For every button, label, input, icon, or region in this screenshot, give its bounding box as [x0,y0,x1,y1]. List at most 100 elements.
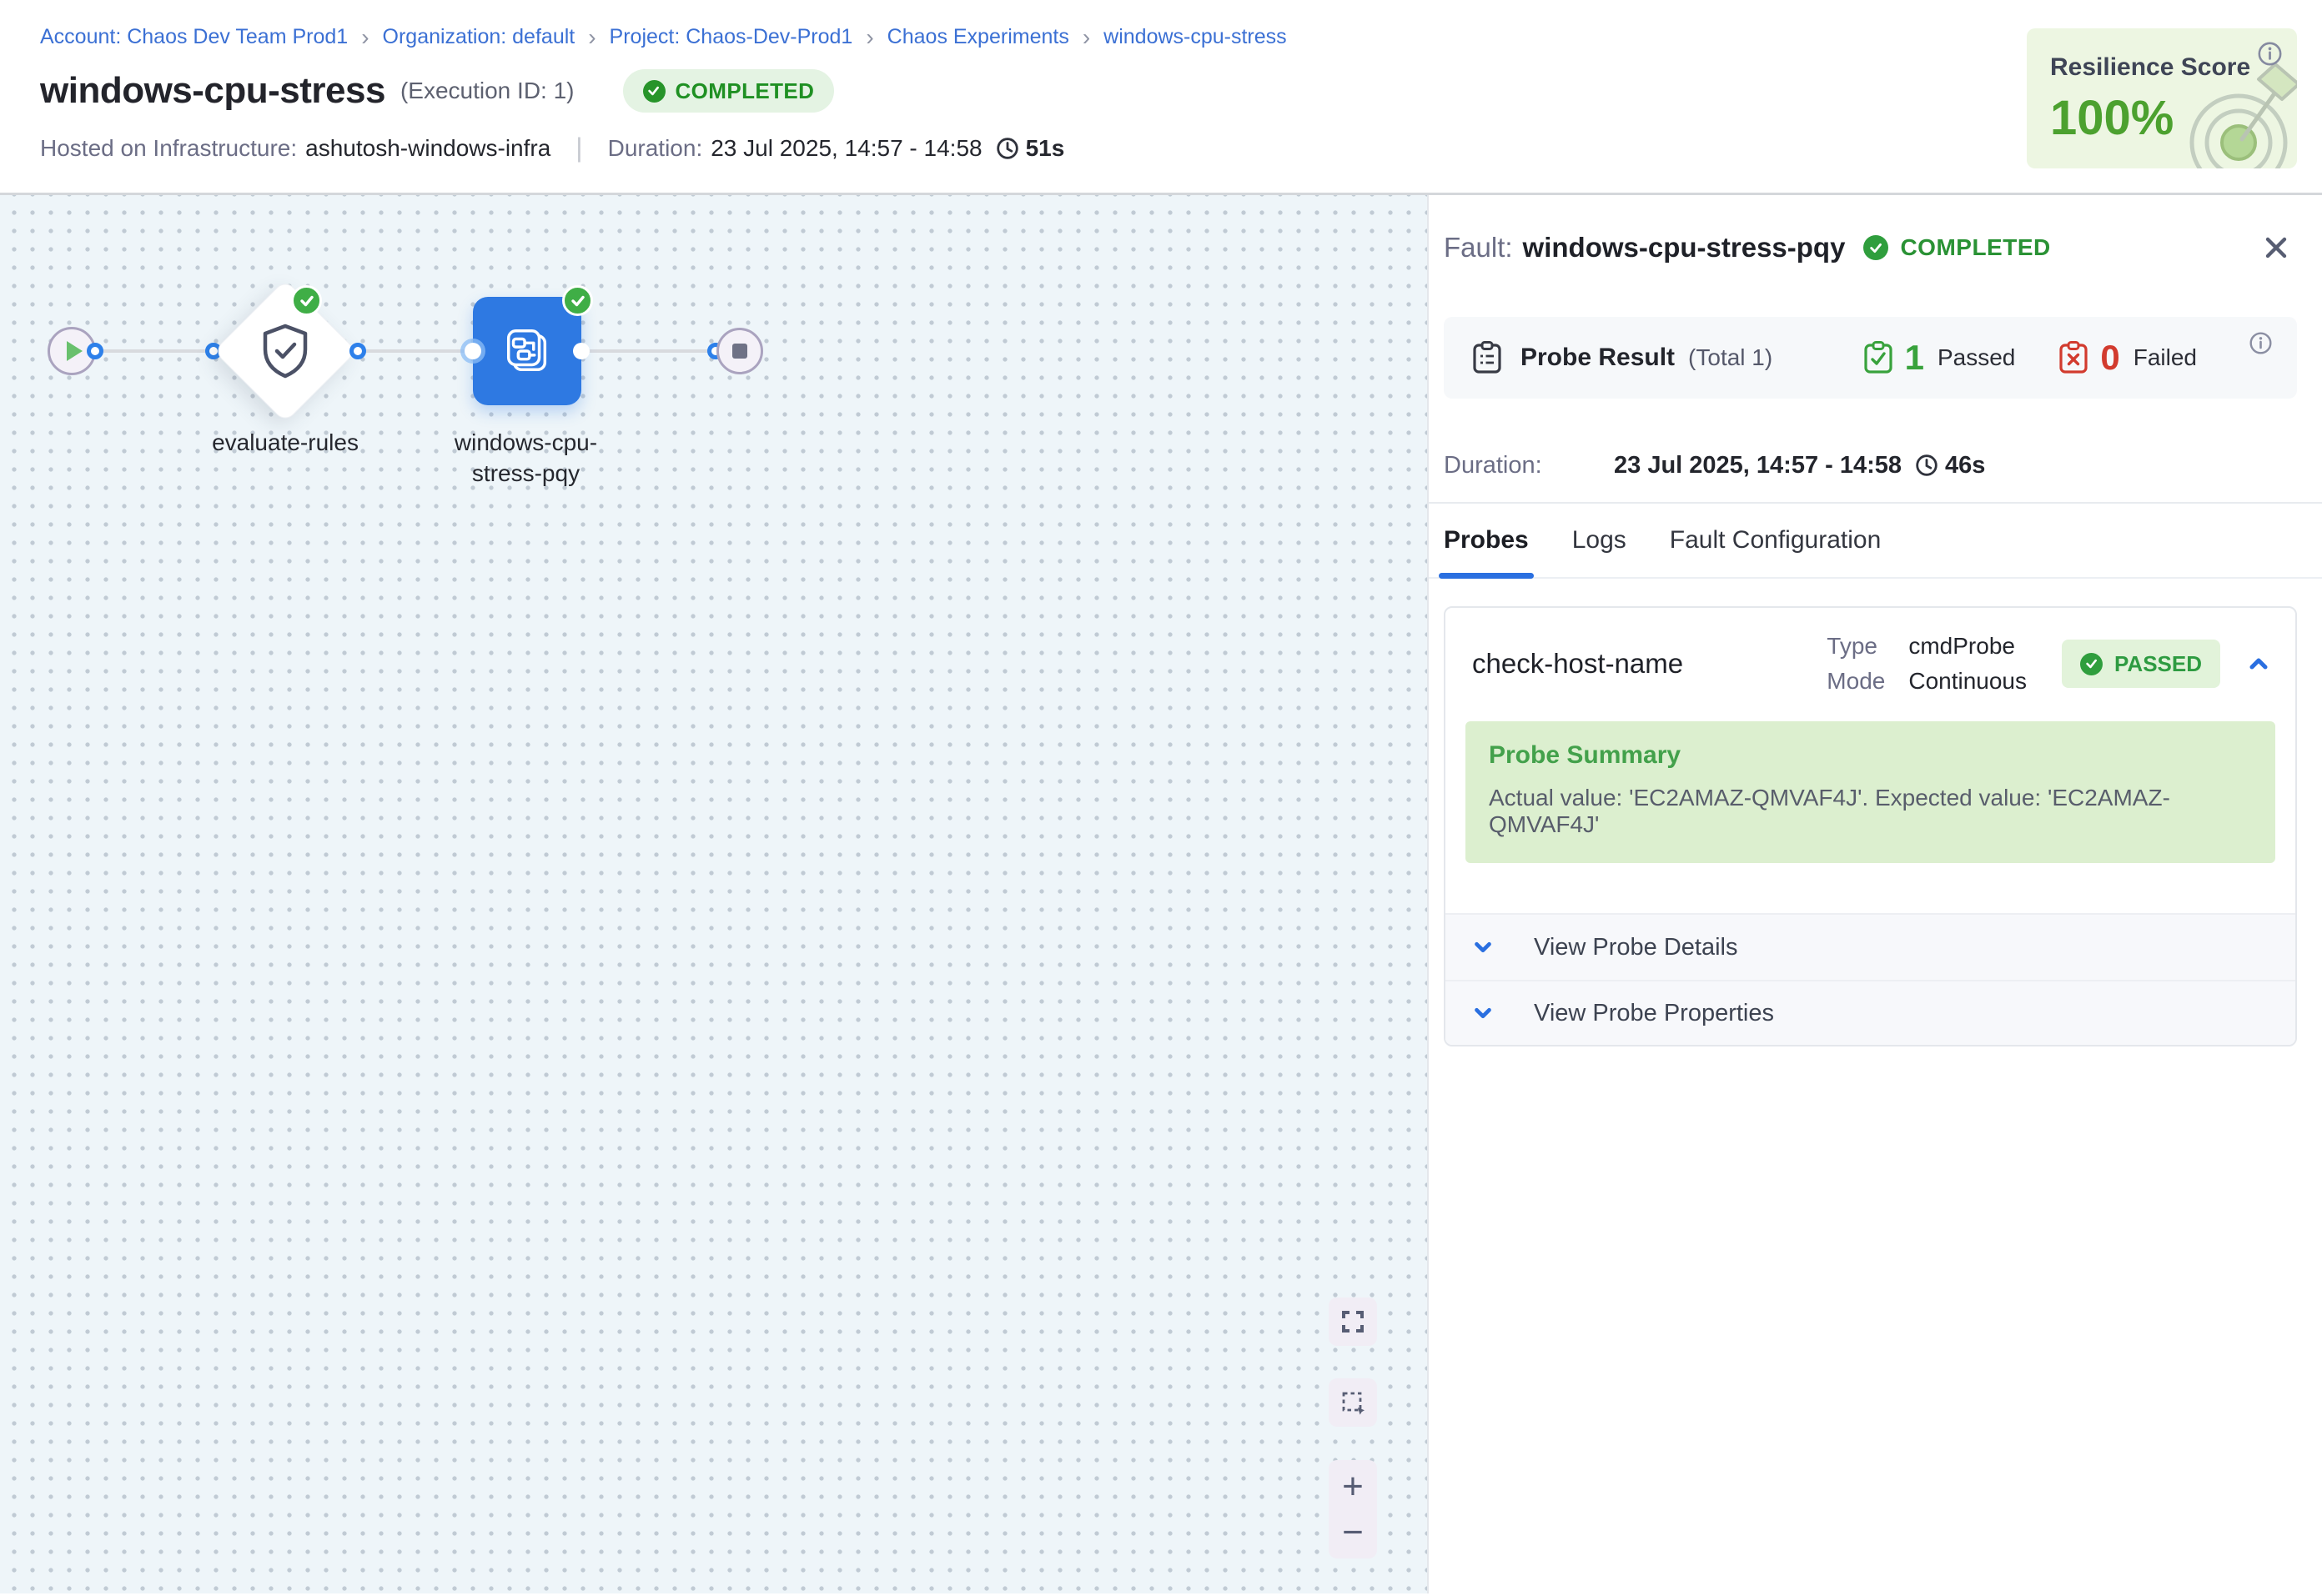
clock-icon [996,137,1019,160]
zoom-controls: + − [1329,1460,1377,1558]
failed-count: 0 [2100,338,2119,378]
probe-summary-text: Actual value: 'EC2AMAZ-QMVAF4J'. Expecte… [1489,785,2252,838]
probe-summary-box: Probe Summary Actual value: 'EC2AMAZ-QMV… [1465,721,2275,863]
step-label-evaluate-rules: evaluate-rules [185,427,385,458]
pipeline-edge [95,349,214,353]
probe-meta: Type cmdProbe Mode Continuous [1827,633,2027,695]
fullscreen-icon [1341,1310,1365,1333]
duration-label: Duration: [608,135,703,162]
clipboard-icon [1472,341,1502,374]
check-circle-icon [1863,235,1888,260]
resilience-score-card: Resilience Score 100% [2027,28,2297,168]
chevron-down-icon [1470,1001,1495,1026]
tab-probes[interactable]: Probes [1444,504,1529,577]
node-port [465,343,481,359]
connector-port [349,343,366,359]
step-success-check-icon [291,285,322,316]
connector-port [87,343,103,359]
probe-summary-title: Probe Summary [1489,741,2252,770]
duration-value: 23 Jul 2025, 14:57 - 14:58 [711,135,982,162]
fullscreen-button[interactable] [1329,1297,1377,1346]
title-row: windows-cpu-stress (Execution ID: 1) COM… [40,69,2322,113]
play-icon [64,339,84,363]
page-header: Account: Chaos Dev Team Prod1 › Organiza… [0,0,2322,195]
probe-result-title: Probe Result [1520,344,1675,372]
chevron-down-icon [1470,935,1495,960]
probe-result-summary-bar: Probe Result (Total 1) 1 Passed [1444,317,2297,399]
marquee-select-icon [1340,1390,1365,1415]
main-content: evaluate-rules windows-cpu-stress-pqy + … [0,195,2322,1593]
info-icon[interactable] [2258,42,2282,70]
fault-success-check-icon [562,285,593,316]
experiment-status-badge: COMPLETED [623,69,835,113]
zoom-in-button[interactable]: + [1329,1463,1377,1509]
breadcrumb-separator-icon: › [1083,26,1090,49]
pipeline-end-node[interactable] [716,328,763,374]
fault-detail-panel: Fault: windows-cpu-stress-pqy COMPLETED … [1427,195,2322,1593]
experiment-fault-icon [501,325,553,381]
probe-card-check-host-name: check-host-name Type cmdProbe Mode Conti… [1444,606,2297,1046]
infra-label: Hosted on Infrastructure: [40,135,297,162]
fault-name: windows-cpu-stress-pqy [1523,232,1846,263]
meta-row: Hosted on Infrastructure: ashutosh-windo… [40,133,2322,163]
probe-card-footer: View Probe Details View Probe Properties [1445,913,2295,1045]
close-panel-button[interactable] [2262,233,2290,262]
duration-value: 23 Jul 2025, 14:57 - 14:58 [1614,452,1902,479]
close-icon [2262,233,2290,262]
shield-check-icon [260,324,310,379]
view-probe-properties-toggle[interactable]: View Probe Properties [1445,980,2295,1045]
step-label-windows-cpu-stress-pqy: windows-cpu-stress-pqy [440,427,611,489]
probe-status-badge: PASSED [2062,640,2220,688]
probe-result-counts: 1 Passed 0 Failed [1863,338,2197,378]
view-probe-details-toggle[interactable]: View Probe Details [1445,915,2295,980]
probe-mode-label: Mode [1827,668,1885,695]
probe-card-header[interactable]: check-host-name Type cmdProbe Mode Conti… [1445,608,2295,716]
failed-label: Failed [2134,344,2197,371]
clipboard-x-icon [2058,341,2088,374]
passed-label: Passed [1938,344,2015,371]
duration-elapsed: 51s [1026,135,1065,162]
breadcrumb-project[interactable]: Project: Chaos-Dev-Prod1 [610,25,853,49]
view-probe-properties-label: View Probe Properties [1534,1000,1774,1027]
pipeline-canvas[interactable]: evaluate-rules windows-cpu-stress-pqy + … [0,195,1427,1593]
collapse-probe-button[interactable] [2245,650,2272,677]
check-circle-icon [643,80,666,103]
pipeline-edge [581,349,716,353]
chevron-up-icon [2245,650,2272,677]
resilience-score-value: 100% [2050,90,2297,146]
marquee-select-button[interactable] [1329,1378,1377,1427]
breadcrumb-account[interactable]: Account: Chaos Dev Team Prod1 [40,25,348,49]
probe-type-label: Type [1827,633,1885,660]
tab-logs[interactable]: Logs [1572,504,1626,577]
fault-label: Fault: [1444,232,1513,263]
duration-elapsed: 46s [1945,452,1985,479]
page-title: windows-cpu-stress [40,70,385,112]
stop-icon [732,344,747,359]
view-probe-details-label: View Probe Details [1534,934,1737,961]
breadcrumb-chaos-experiments[interactable]: Chaos Experiments [887,25,1069,49]
clock-icon [1915,454,1938,477]
node-port [573,343,590,359]
pipeline-edge [358,349,474,353]
check-circle-icon [2080,653,2103,675]
detail-tabs: Probes Logs Fault Configuration [1429,502,2322,579]
info-icon[interactable] [2249,332,2272,359]
fault-duration-row: Duration: 23 Jul 2025, 14:57 - 14:58 46s [1444,429,2297,502]
breadcrumb-organization[interactable]: Organization: default [383,25,575,49]
meta-divider: | [575,133,582,163]
experiment-status-label: COMPLETED [676,78,815,104]
zoom-out-button[interactable]: − [1329,1509,1377,1555]
breadcrumb-separator-icon: › [588,26,596,49]
probe-type-value: cmdProbe [1908,633,2027,660]
duration-label: Duration: [1444,452,1614,479]
probe-status-label: PASSED [2114,651,2202,677]
breadcrumb-current[interactable]: windows-cpu-stress [1103,25,1287,49]
probe-mode-value: Continuous [1908,668,2027,695]
probe-result-total: (Total 1) [1688,344,1772,371]
fault-status-label: COMPLETED [1900,234,2050,261]
clipboard-check-icon [1863,341,1893,374]
breadcrumb: Account: Chaos Dev Team Prod1 › Organiza… [40,0,2322,49]
tab-fault-configuration[interactable]: Fault Configuration [1670,504,1881,577]
infra-value: ashutosh-windows-infra [305,135,550,162]
probe-name: check-host-name [1472,648,1827,680]
